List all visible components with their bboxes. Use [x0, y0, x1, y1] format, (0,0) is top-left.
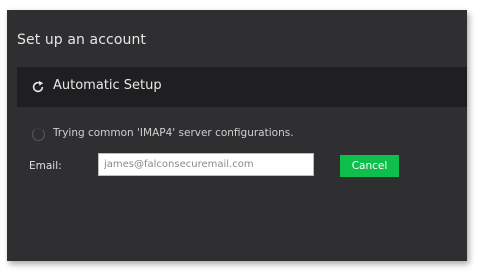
- spinner-icon: [32, 128, 45, 141]
- automatic-setup-label: Automatic Setup: [53, 78, 162, 93]
- automatic-setup-header: Automatic Setup: [17, 67, 467, 107]
- cancel-button[interactable]: Cancel: [340, 155, 399, 177]
- email-label: Email:: [29, 160, 62, 172]
- window-title: Set up an account: [17, 32, 147, 48]
- account-setup-window: Set up an account Automatic Setup Trying…: [7, 10, 467, 261]
- refresh-icon: [32, 80, 44, 93]
- email-input[interactable]: [98, 153, 314, 176]
- status-text: Trying common 'IMAP4' server configurati…: [53, 127, 294, 139]
